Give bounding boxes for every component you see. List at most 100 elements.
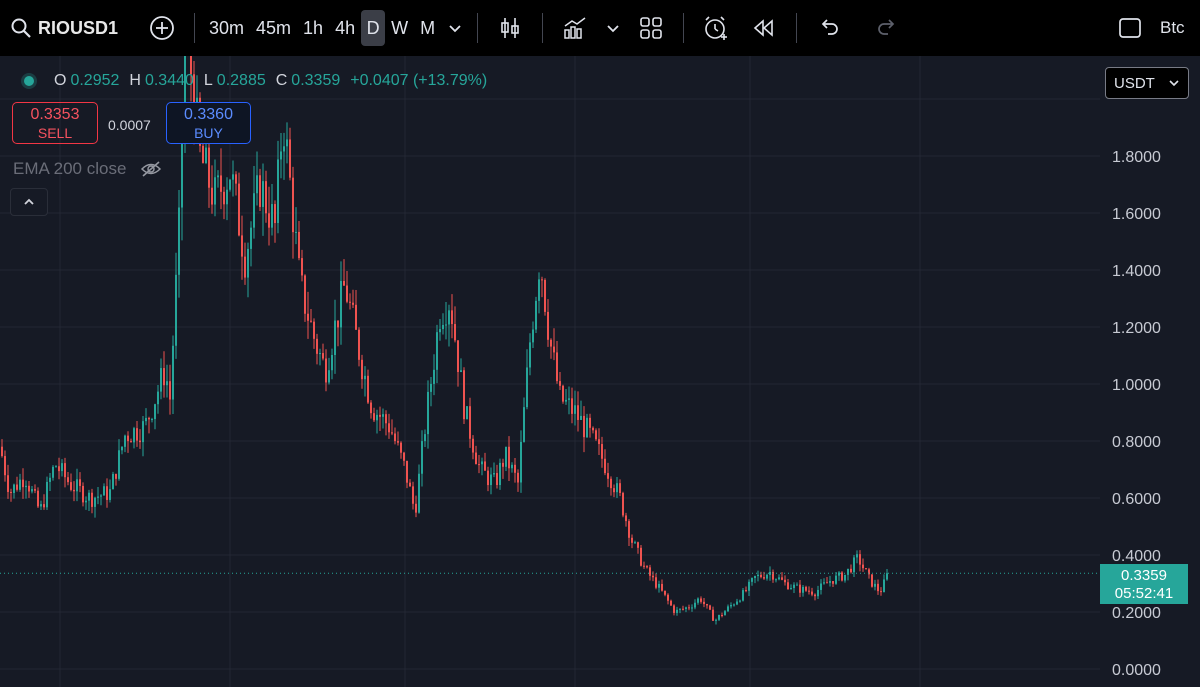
candle-body: [841, 572, 843, 580]
candle-body: [406, 461, 408, 483]
candle-body: [370, 403, 372, 414]
candle-body: [559, 381, 561, 386]
compare-symbol-button[interactable]: [138, 10, 186, 46]
candle-body: [502, 463, 504, 467]
price-chart[interactable]: 1.80001.60001.40001.20001.00000.80000.60…: [0, 56, 1200, 687]
candle-body: [535, 301, 537, 330]
candle-body: [133, 428, 135, 442]
timeframe-1h[interactable]: 1h: [297, 10, 329, 46]
candle-body: [580, 416, 582, 420]
candle-body: [433, 370, 435, 384]
timeframe-d[interactable]: D: [361, 10, 385, 46]
currency-select[interactable]: USDT: [1105, 67, 1189, 99]
candle-body: [283, 146, 285, 151]
candle-body: [247, 249, 249, 278]
candle-body: [364, 376, 366, 379]
candle-body: [178, 208, 180, 275]
candle-body: [688, 607, 690, 608]
candle-body: [886, 573, 888, 579]
candle-body: [718, 615, 720, 620]
candle-body: [745, 590, 747, 591]
candle-body: [286, 139, 288, 146]
candle-body: [226, 190, 228, 205]
candle-body: [100, 495, 102, 496]
candle-body: [475, 453, 477, 465]
toolbar-divider: [194, 13, 195, 43]
timeframe-4h[interactable]: 4h: [329, 10, 361, 46]
fullscreen-button[interactable]: [1106, 10, 1154, 46]
candle-body: [304, 275, 306, 313]
candle-body: [466, 406, 468, 419]
candle-body: [379, 415, 381, 417]
eye-hidden-icon[interactable]: [140, 160, 162, 178]
candle-body: [769, 572, 771, 575]
symbol-search[interactable]: RIOUSD1: [0, 10, 124, 46]
indicators-button[interactable]: [551, 10, 599, 46]
candle-body: [49, 478, 51, 482]
candle-body: [553, 347, 555, 353]
layouts-button[interactable]: [627, 10, 675, 46]
timeframe-45m[interactable]: 45m: [250, 10, 297, 46]
candle-body: [124, 436, 126, 447]
candle-body: [232, 174, 234, 179]
candle-body: [658, 584, 660, 588]
candle-body: [274, 204, 276, 223]
buy-label: BUY: [167, 124, 250, 142]
candle-body: [22, 480, 24, 488]
candle-body: [601, 444, 603, 459]
change-value: +0.0407 (+13.79%): [350, 72, 487, 90]
candle-body: [499, 463, 501, 485]
candle-body: [319, 353, 321, 354]
candle-body: [400, 443, 402, 453]
overflow-label[interactable]: Btc: [1154, 10, 1200, 46]
candle-body: [139, 441, 141, 442]
low-value: 0.2885: [217, 72, 266, 90]
candle-body: [229, 180, 231, 190]
buy-button[interactable]: 0.3360 BUY: [166, 102, 251, 144]
undo-button[interactable]: [805, 10, 853, 46]
candle-body: [7, 475, 9, 492]
price-axis-label: 1.2000: [1112, 320, 1161, 337]
price-axis-label: 0.6000: [1112, 491, 1161, 508]
candle-body: [295, 232, 297, 233]
candle-body: [649, 567, 651, 575]
candle-body: [208, 148, 210, 188]
toolbar-divider: [477, 13, 478, 43]
chart-area[interactable]: 1.80001.60001.40001.20001.00000.80000.60…: [0, 56, 1200, 687]
high-value: 0.3440: [145, 72, 194, 90]
candle-body: [457, 340, 459, 372]
candle-body: [40, 504, 42, 506]
candle-body: [10, 492, 12, 493]
candle-body: [880, 591, 882, 592]
candle-body: [112, 474, 114, 489]
candle-body: [397, 441, 399, 443]
candle-body: [220, 175, 222, 191]
timeframe-w[interactable]: W: [385, 10, 414, 46]
candle-body: [592, 428, 594, 430]
candle-body: [556, 352, 558, 381]
candle-body: [52, 467, 54, 478]
candle-body: [160, 368, 162, 392]
candle-body: [166, 381, 168, 385]
candle-body: [82, 486, 84, 502]
timeframe-m[interactable]: M: [414, 10, 441, 46]
candle-body: [289, 139, 291, 177]
redo-button[interactable]: [863, 10, 911, 46]
alert-button[interactable]: [692, 10, 740, 46]
candle-body: [505, 447, 507, 467]
candle-body: [256, 175, 258, 193]
timeframe-dropdown[interactable]: [441, 10, 469, 46]
chart-type-button[interactable]: [486, 10, 534, 46]
candle-body: [742, 590, 744, 601]
replay-button[interactable]: [740, 10, 788, 46]
timeframe-30m[interactable]: 30m: [203, 10, 250, 46]
candle-body: [823, 582, 825, 583]
indicators-dropdown[interactable]: [599, 10, 627, 46]
candle-body: [403, 453, 405, 461]
candle-body: [697, 599, 699, 603]
chart-toolbar: RIOUSD1 30m 45m 1h 4h D W M Btc: [0, 0, 1200, 56]
candle-body: [271, 204, 273, 228]
indicator-legend[interactable]: EMA 200 close: [13, 159, 162, 179]
collapse-legend-button[interactable]: [10, 188, 48, 216]
sell-button[interactable]: 0.3353 SELL: [12, 102, 98, 144]
